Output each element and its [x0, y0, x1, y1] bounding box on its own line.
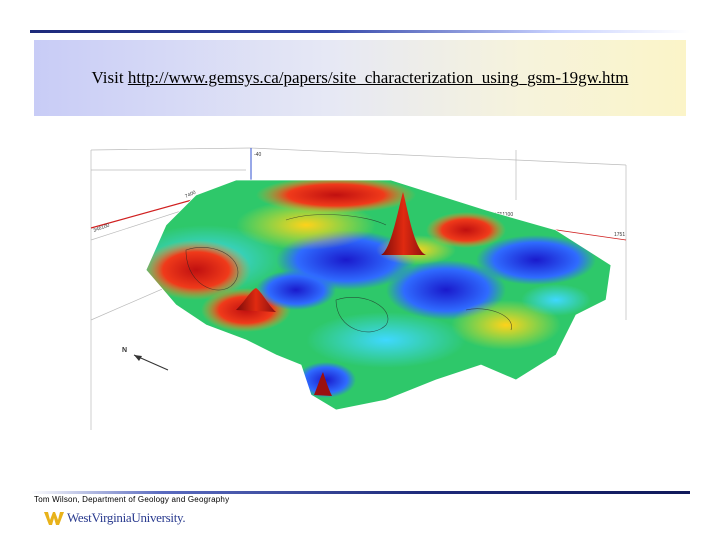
tick-label: 1751	[614, 232, 625, 238]
logo-text: WestVirginiaUniversity.	[67, 510, 186, 525]
north-arrow-icon: N	[122, 347, 169, 371]
wvu-logo: WestVirginiaUniversity.	[44, 510, 186, 526]
paper-link[interactable]: http://www.gemsys.ca/papers/site_charact…	[128, 68, 629, 87]
flying-wv-icon	[44, 512, 64, 525]
footer-credit: Tom Wilson, Department of Geology and Ge…	[34, 495, 230, 504]
tick-label: -40	[254, 152, 261, 158]
visit-label: Visit	[91, 68, 124, 87]
bottom-divider	[30, 491, 690, 494]
top-divider	[30, 30, 690, 33]
magnetic-survey-3d-map: -40 1751300 1751100 1751 3300 7400 34610…	[90, 147, 627, 430]
survey-surface	[146, 180, 611, 410]
tick-label: 346100	[93, 222, 111, 233]
north-label: N	[122, 347, 127, 354]
title-line: Visit http://www.gemsys.ca/papers/site_c…	[92, 68, 629, 88]
title-banner: Visit http://www.gemsys.ca/papers/site_c…	[34, 40, 686, 116]
